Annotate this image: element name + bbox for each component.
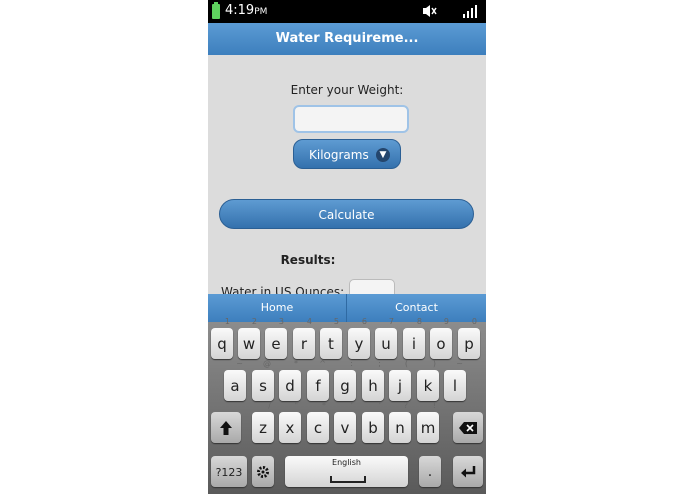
status-bar: 4:19PM [208,0,486,23]
shift-key[interactable] [211,412,241,443]
main-content: Enter your Weight: Kilograms ▼ Calculate… [208,55,486,294]
symbols-key[interactable]: ?123 [211,456,247,487]
backspace-key[interactable] [453,412,483,443]
calculate-button[interactable]: Calculate [219,199,474,229]
settings-icon [257,466,269,478]
app-title: Water Requireme... [275,31,419,46]
key-z[interactable]: / z [252,401,274,443]
water-output [349,279,395,294]
key-b[interactable]: ' b [362,401,384,443]
key-o[interactable]: 9o [430,317,452,359]
key-n[interactable]: ? n [389,401,411,443]
battery-icon [212,2,220,19]
key-w[interactable]: 2w [238,317,260,359]
key-f[interactable]: ^ f [307,359,329,401]
key-q[interactable]: 1q [211,317,233,359]
water-label: Water in US Ounces: [221,285,345,294]
key-d[interactable]: * d [279,359,301,401]
backspace-icon [459,422,477,434]
enter-icon [461,466,476,478]
key-t[interactable]: 5t [320,317,342,359]
key-i[interactable]: 8i [403,317,425,359]
key-m[interactable]: ! m [417,401,439,443]
enter-key[interactable] [453,456,483,487]
shift-icon [220,421,232,435]
unit-select-value: Kilograms [309,148,369,162]
settings-key[interactable] [252,456,274,487]
key-p[interactable]: 0p [458,317,480,359]
key-c[interactable]: * c [307,401,329,443]
period-key[interactable]: . [419,456,441,487]
space-key[interactable]: English [285,456,408,487]
weight-label: Enter your Weight: [290,83,404,97]
key-l[interactable]: ~ l [444,359,466,401]
status-time: 4:19PM [225,3,268,18]
chevron-down-icon: ▼ [376,148,390,162]
key-k[interactable]: ) k [417,359,439,401]
key-s[interactable]: @ s [252,359,274,401]
key-r[interactable]: 4r [293,317,315,359]
key-y[interactable]: 6y [348,317,370,359]
unit-select[interactable]: Kilograms ▼ [293,139,401,169]
weight-input[interactable] [293,105,409,133]
phone-screen: 4:19PM Water Requireme... Enter your Wei… [208,0,486,494]
app-title-bar: Water Requireme... [208,23,486,55]
key-u[interactable]: 7u [375,317,397,359]
mute-icon [423,5,437,17]
space-bar-icon [330,476,366,483]
key-a[interactable]: ~ a [224,359,246,401]
results-label: Results: [280,253,336,267]
key-h[interactable]: ; h [362,359,384,401]
key-x[interactable]: " x [279,401,301,443]
key-e[interactable]: 3e [265,317,287,359]
key-v[interactable]: ' v [334,401,356,443]
key-g[interactable]: :g [334,359,356,401]
soft-keyboard: 1q 2w 3e 4r 5t 6y 7u 8i 9o 0p ~ a @ s * d ^… [208,317,486,494]
key-j[interactable]: (j [389,359,411,401]
signal-icon [463,5,477,18]
